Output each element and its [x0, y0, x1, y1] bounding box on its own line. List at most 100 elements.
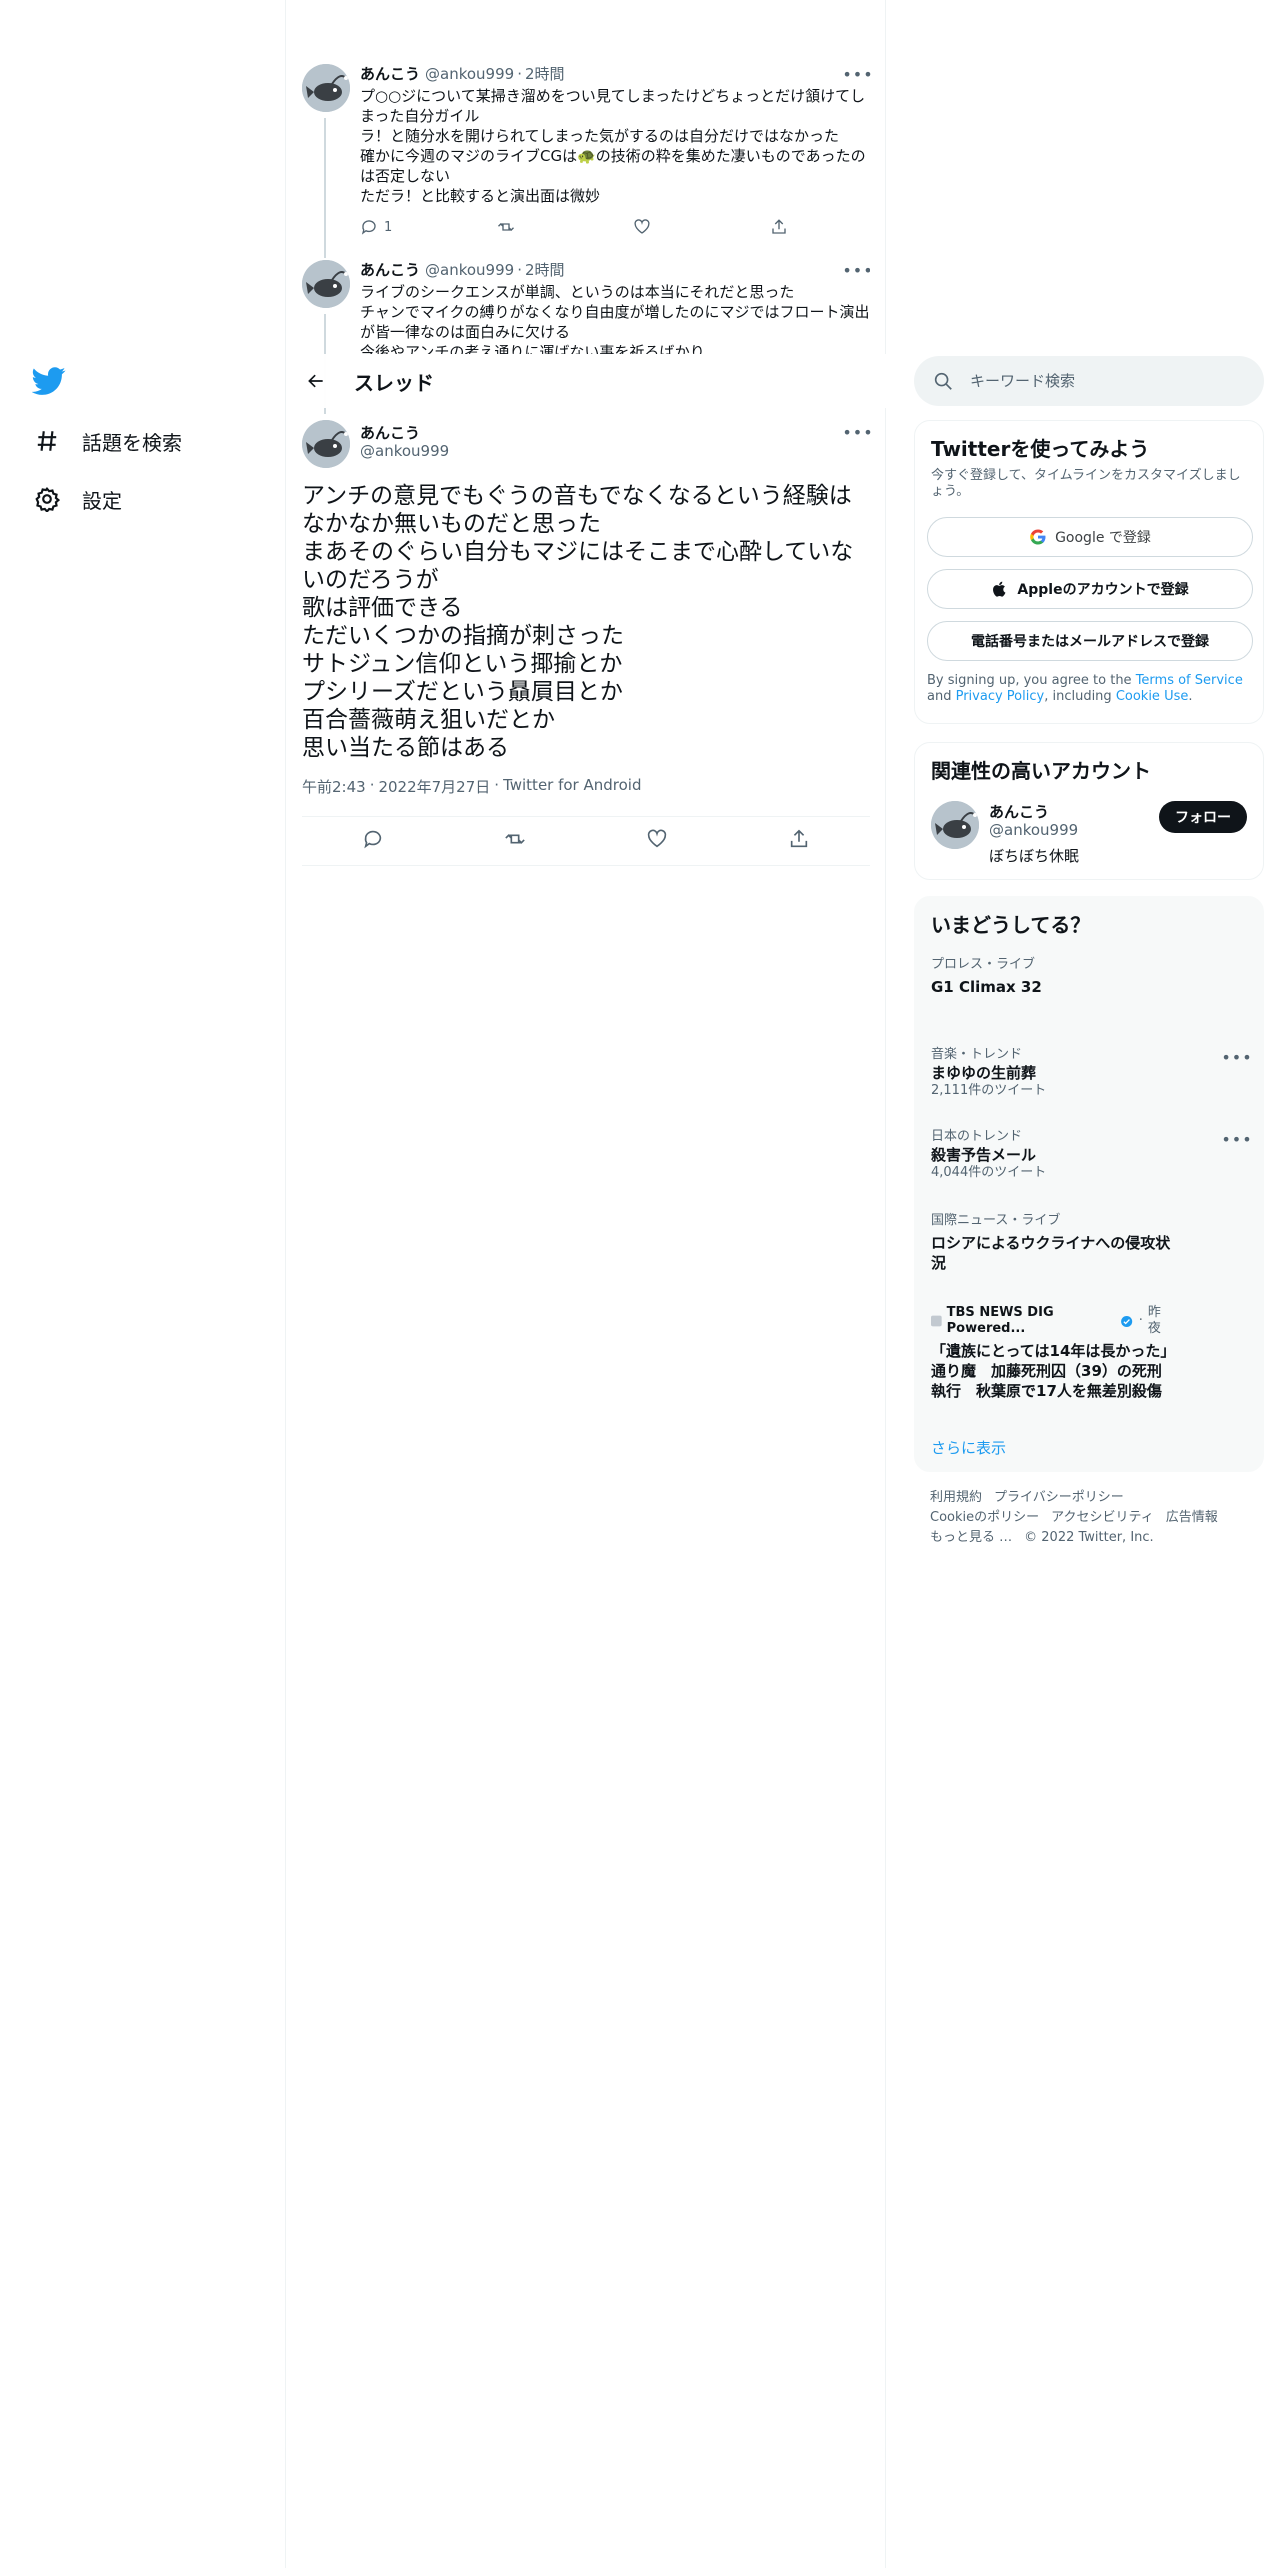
back-arrow-icon[interactable] — [298, 363, 334, 399]
share-button[interactable] — [788, 828, 810, 854]
share-button[interactable] — [770, 218, 790, 236]
trend-item[interactable]: 日本のトレンド 殺害予告メール 4,044件のツイート ••• — [931, 1129, 1252, 1181]
cookie-use-link[interactable]: Cookie Use — [1116, 689, 1189, 704]
tweet-header: あんこう @ankou999 · 2時間 — [360, 64, 870, 84]
trend-item[interactable]: プロレス・ライブ G1 Climax 32 — [931, 957, 1249, 997]
thread-tweet[interactable]: あんこう @ankou999 · 2時間 ••• ライブのシークエンスが単調、と… — [302, 260, 870, 354]
twitter-logo-icon[interactable] — [31, 364, 66, 398]
show-more-link[interactable]: さらに表示 — [931, 1437, 1006, 1458]
main-column: あんこう @ankou999 · 2時間 ••• プ○○ジについて某掃き溜めをつ… — [286, 0, 886, 2568]
tweet-time[interactable]: 2時間 — [525, 64, 565, 84]
thread-header: スレッド — [286, 354, 886, 408]
trend-count: 2,111件のツイート — [931, 1083, 1047, 1098]
apple-signup-button[interactable]: Appleのアカウントで登録 — [927, 569, 1253, 609]
thread-tweet[interactable]: あんこう @ankou999 · 2時間 ••• プ○○ジについて某掃き溜めをつ… — [302, 64, 873, 254]
footer-link-cookies[interactable]: Cookieのポリシー — [930, 1510, 1039, 1525]
avatar[interactable] — [302, 64, 350, 112]
retweet-icon — [505, 834, 525, 844]
separator-dot: · — [1138, 1313, 1143, 1328]
tweet-text: プ○○ジについて某掃き溜めをつい見てしまったけどちょっとだけ頷けてしまった自分ガ… — [360, 87, 866, 205]
footer-link-accessibility[interactable]: アクセシビリティ — [1051, 1510, 1154, 1525]
retweet-icon — [497, 223, 514, 231]
footer-link-ads[interactable]: 広告情報 — [1166, 1510, 1218, 1525]
avatar[interactable] — [931, 801, 979, 849]
account-handle[interactable]: @ankou999 — [989, 821, 1078, 839]
trend-item[interactable]: 音楽・トレンド まゆゆの生前葬 2,111件のツイート ••• — [931, 1047, 1252, 1099]
page-title: スレッド — [354, 370, 434, 395]
trends-card: いまどうしてる？ プロレス・ライブ G1 Climax 32 音楽・トレンド ま… — [914, 896, 1264, 1472]
terms-notice: By signing up, you agree to the Terms of… — [927, 673, 1253, 705]
news-title: 「遺族にとっては14年は長かった」通り魔 加藤死刑囚（39）の死刑執行 秋葉原で… — [931, 1342, 1168, 1400]
more-icon[interactable]: ••• — [842, 260, 870, 280]
trend-category: プロレス・ライブ — [931, 957, 1036, 972]
hash-icon — [32, 426, 62, 456]
reply-button[interactable]: 1 — [360, 218, 420, 236]
terms-text: By signing up, you agree to the — [927, 673, 1136, 688]
tweet-text: ライブのシークエンスが単調、というのは本当にそれだと思った チャンでマイクの縛り… — [360, 283, 870, 354]
google-icon — [1030, 529, 1046, 545]
retweet-button[interactable] — [497, 218, 557, 236]
footer-more-link[interactable]: もっと見る … — [930, 1530, 1012, 1545]
user-handle[interactable]: @ankou999 — [425, 64, 514, 84]
phone-email-signup-button[interactable]: 電話番号またはメールアドレスで登録 — [927, 621, 1253, 661]
user-handle[interactable]: @ankou999 — [360, 442, 449, 460]
search-input[interactable] — [970, 372, 1240, 390]
account-name[interactable]: あんこう — [989, 801, 1049, 822]
google-signup-button[interactable]: Google で登録 — [927, 517, 1253, 557]
tweet-source: Twitter for Android — [503, 776, 642, 794]
trend-item[interactable]: 国際ニュース・ライブ ロシアによるウクライナへの侵攻状況 — [931, 1213, 1171, 1273]
reply-button[interactable] — [362, 828, 384, 854]
gear-icon — [32, 484, 62, 514]
display-name[interactable]: あんこう — [360, 260, 420, 280]
user-handle[interactable]: @ankou999 — [425, 260, 514, 280]
search-bar — [914, 356, 1264, 406]
like-button[interactable] — [646, 828, 668, 854]
avatar[interactable] — [302, 260, 350, 308]
share-icon — [790, 829, 808, 848]
tweet-text: アンチの意見でもぐうの音もでなくなるという経験はなかなか無いものだと思った まあ… — [302, 483, 854, 761]
nav-explore[interactable]: 話題を検索 — [32, 421, 182, 461]
display-name[interactable]: あんこう — [360, 64, 420, 84]
news-source: TBS NEWS DIG Powered... · 昨夜 — [931, 1305, 1171, 1337]
more-icon[interactable]: ••• — [842, 422, 872, 442]
trend-category: 日本のトレンド — [931, 1129, 1023, 1144]
tweet-date[interactable]: 2022年7月27日 — [378, 776, 490, 797]
like-button[interactable] — [633, 218, 693, 236]
reply-icon — [361, 220, 376, 235]
avatar[interactable] — [302, 420, 350, 468]
more-icon[interactable]: ••• — [1221, 1129, 1251, 1149]
nav-settings-label: 設定 — [82, 488, 122, 513]
trend-category: 音楽・トレンド — [931, 1047, 1023, 1062]
news-item[interactable]: TBS NEWS DIG Powered... · 昨夜 「遺族にとっては14年… — [931, 1305, 1171, 1401]
reply-icon — [364, 830, 382, 849]
tweet-time[interactable]: 午前2:43 — [302, 776, 366, 797]
left-navigation: 話題を検索 設定 — [0, 0, 286, 2568]
phone-email-signup-label: 電話番号またはメールアドレスで登録 — [971, 634, 1209, 650]
trend-count: 4,044件のツイート — [931, 1165, 1047, 1180]
apple-icon — [993, 581, 1006, 597]
trends-title: いまどうしてる？ — [931, 913, 1091, 937]
signup-title: Twitterを使ってみよう — [931, 437, 1150, 461]
news-source-name: TBS NEWS DIG Powered... — [946, 1305, 1054, 1336]
tweet-time[interactable]: 2時間 — [525, 260, 565, 280]
terms-text: . — [1188, 689, 1193, 704]
separator-dot: · — [369, 776, 375, 794]
privacy-policy-link[interactable]: Privacy Policy — [956, 689, 1045, 704]
footer-link-terms[interactable]: 利用規約 — [930, 1490, 982, 1505]
trend-title: 殺害予告メール — [931, 1146, 1037, 1164]
nav-settings[interactable]: 設定 — [32, 479, 122, 519]
terms-of-service-link[interactable]: Terms of Service — [1136, 673, 1243, 688]
footer-link-privacy[interactable]: プライバシーポリシー — [994, 1490, 1124, 1505]
google-signup-label: Google で登録 — [1055, 530, 1151, 546]
share-icon — [772, 219, 786, 234]
retweet-button[interactable] — [504, 828, 526, 854]
apple-signup-label: Appleのアカウントで登録 — [1017, 582, 1189, 598]
more-icon[interactable]: ••• — [842, 64, 872, 84]
more-icon[interactable]: ••• — [1221, 1047, 1251, 1067]
display-name[interactable]: あんこう — [360, 422, 420, 443]
trend-title: G1 Climax 32 — [931, 978, 1042, 996]
trend-category: 国際ニュース・ライブ — [931, 1213, 1061, 1228]
follow-button[interactable]: フォロー — [1159, 801, 1247, 833]
terms-text: , including — [1044, 689, 1116, 704]
trend-title: まゆゆの生前葬 — [931, 1064, 1037, 1082]
